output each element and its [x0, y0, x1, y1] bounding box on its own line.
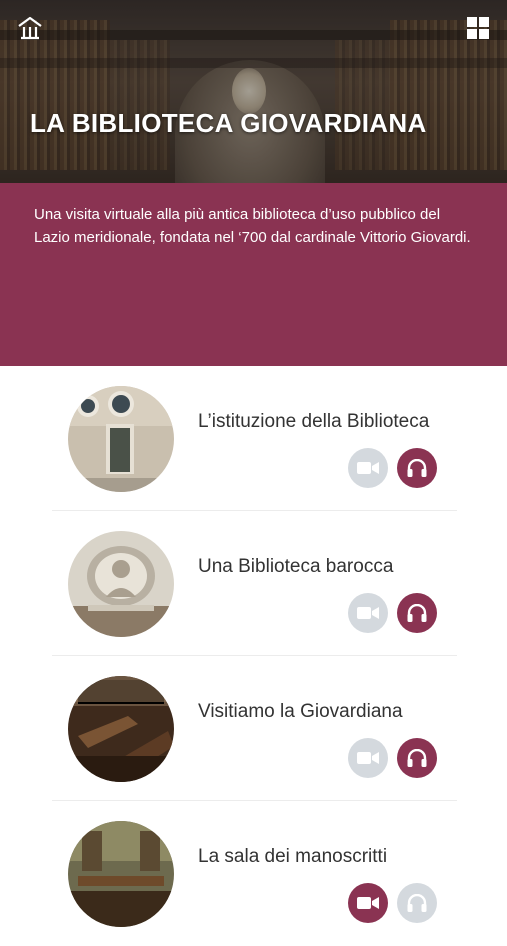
hero-header: LA BIBLIOTECA GIOVARDIANA: [0, 0, 507, 183]
chapter-thumbnail: [68, 821, 174, 927]
chapter-thumbnail: [68, 531, 174, 637]
video-camera-icon: [357, 752, 379, 764]
chapter-title: Visitiamo la Giovardiana: [198, 701, 403, 722]
list-item[interactable]: La sala dei manoscritti: [52, 801, 457, 946]
list-item[interactable]: L’istituzione della Biblioteca: [52, 366, 457, 511]
video-camera-icon: [357, 462, 379, 474]
chapter-title: La sala dei manoscritti: [198, 846, 388, 867]
audio-button[interactable]: [397, 448, 437, 488]
video-button[interactable]: [348, 738, 388, 778]
page-title: LA BIBLIOTECA GIOVARDIANA: [30, 108, 427, 138]
video-camera-icon: [357, 607, 379, 619]
chapter-list: L’istituzione della Biblioteca Una Bibli…: [0, 366, 507, 927]
headphones-icon: [407, 459, 427, 477]
audio-button[interactable]: [397, 738, 437, 778]
headphones-icon: [407, 749, 427, 767]
video-button[interactable]: [348, 883, 388, 923]
chapter-thumbnail: [68, 386, 174, 492]
museum-home-icon[interactable]: [16, 14, 44, 42]
hero-overlay: [0, 0, 507, 183]
headphones-icon: [407, 894, 427, 912]
chapter-thumbnail: [68, 676, 174, 782]
headphones-icon: [407, 604, 427, 622]
video-camera-icon: [357, 897, 379, 909]
grid-menu-icon[interactable]: [466, 16, 490, 40]
audio-button[interactable]: [397, 883, 437, 923]
chapter-title: Una Biblioteca barocca: [198, 556, 394, 577]
video-button[interactable]: [348, 593, 388, 633]
intro-text: Una visita virtuale alla più antica bibl…: [34, 206, 471, 246]
list-item[interactable]: Visitiamo la Giovardiana: [52, 656, 457, 801]
list-item[interactable]: Una Biblioteca barocca: [52, 511, 457, 656]
chapter-title: L’istituzione della Biblioteca: [198, 411, 430, 432]
video-button[interactable]: [348, 448, 388, 488]
intro-panel: Una visita virtuale alla più antica bibl…: [0, 183, 507, 366]
audio-button[interactable]: [397, 593, 437, 633]
